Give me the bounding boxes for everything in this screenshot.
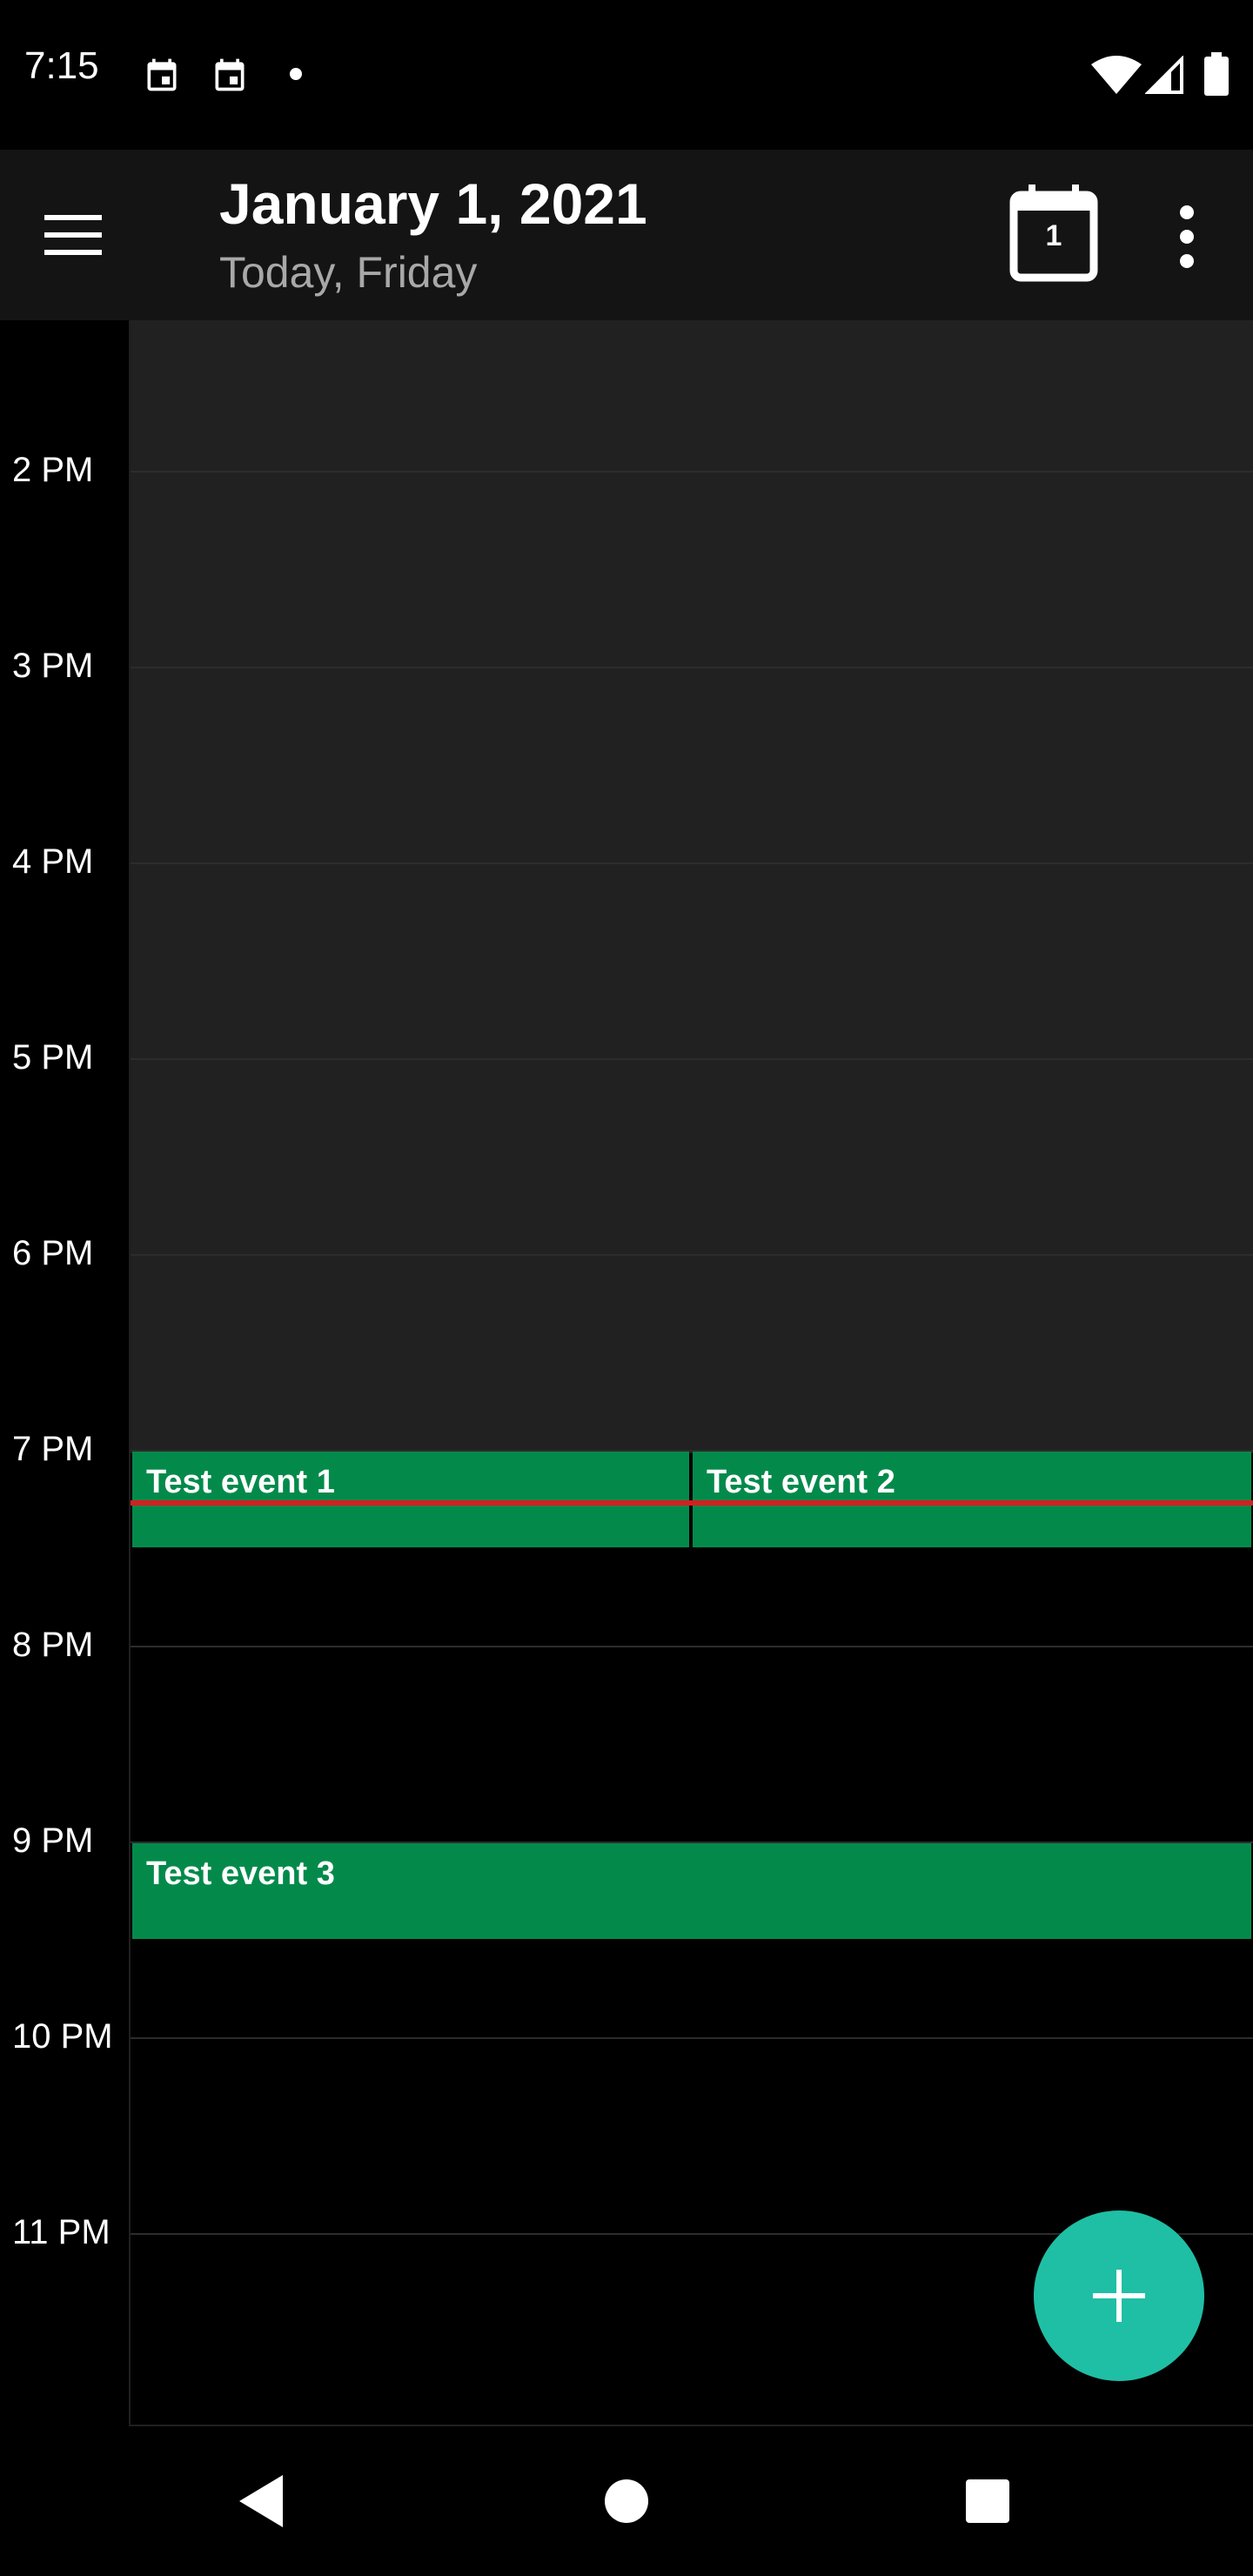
recents-icon[interactable] xyxy=(944,2458,1031,2545)
hour-label: 3 PM xyxy=(12,647,94,685)
hour-gridline xyxy=(131,1058,1253,1060)
hamburger-menu-icon xyxy=(44,215,102,255)
event-title: Test event 3 xyxy=(146,1855,335,1892)
more-vert-icon xyxy=(1180,205,1194,268)
event-block[interactable]: Test event 1 xyxy=(132,1452,689,1547)
wifi-icon xyxy=(1091,56,1142,94)
time-gutter-divider xyxy=(129,320,131,2426)
page-title-date[interactable]: January 1, 2021 xyxy=(219,171,647,237)
battery-icon xyxy=(1204,52,1229,96)
cellular-signal-icon xyxy=(1145,56,1183,94)
status-bar: 7:15 xyxy=(0,0,1253,150)
hour-gridline xyxy=(131,1646,1253,1647)
status-time: 7:15 xyxy=(24,44,99,87)
event-title: Test event 1 xyxy=(146,1464,335,1500)
hour-label: 6 PM xyxy=(12,1234,94,1272)
hour-label: 8 PM xyxy=(12,1626,94,1664)
hour-gridline xyxy=(131,862,1253,864)
hour-gridline xyxy=(131,2037,1253,2039)
hour-label: 9 PM xyxy=(12,1821,94,1860)
navigation-menu-button[interactable] xyxy=(38,200,108,270)
hour-label: 7 PM xyxy=(12,1430,94,1468)
hour-gridline xyxy=(131,1254,1253,1256)
calendar-notification-icon xyxy=(215,58,245,91)
go-to-today-button[interactable]: 1 xyxy=(1009,184,1098,282)
back-icon[interactable] xyxy=(218,2458,305,2545)
hour-gridline xyxy=(131,667,1253,668)
calendar-day-screen: 7:15 January 1, 2021 Today, Friday 1 2 P… xyxy=(0,0,1253,2576)
hour-label: 11 PM xyxy=(12,2213,111,2251)
overflow-menu-button[interactable] xyxy=(1154,193,1220,280)
home-icon[interactable] xyxy=(583,2458,670,2545)
today-date-number: 1 xyxy=(1045,219,1062,252)
past-time-shading xyxy=(131,320,1253,1453)
hour-label: 5 PM xyxy=(12,1038,94,1077)
hour-label: 10 PM xyxy=(12,2017,113,2056)
system-navigation-bar xyxy=(0,2426,1253,2576)
calendar-notification-icon xyxy=(147,58,177,91)
page-subtitle-day: Today, Friday xyxy=(219,248,478,297)
event-title: Test event 2 xyxy=(707,1464,895,1500)
hour-gridline xyxy=(131,471,1253,473)
plus-icon xyxy=(1093,2270,1145,2322)
current-time-indicator xyxy=(131,1500,1253,1506)
app-bar: January 1, 2021 Today, Friday 1 xyxy=(0,150,1253,320)
more-notifications-dot-icon xyxy=(290,68,302,80)
event-block[interactable]: Test event 3 xyxy=(132,1843,1251,1939)
add-event-button[interactable] xyxy=(1034,2210,1204,2381)
day-timeline[interactable]: 2 PM 3 PM 4 PM 5 PM 6 PM 7 PM 8 PM 9 PM … xyxy=(0,320,1253,2426)
hour-label: 2 PM xyxy=(12,451,94,489)
event-block[interactable]: Test event 2 xyxy=(693,1452,1251,1547)
hour-label: 4 PM xyxy=(12,842,94,881)
